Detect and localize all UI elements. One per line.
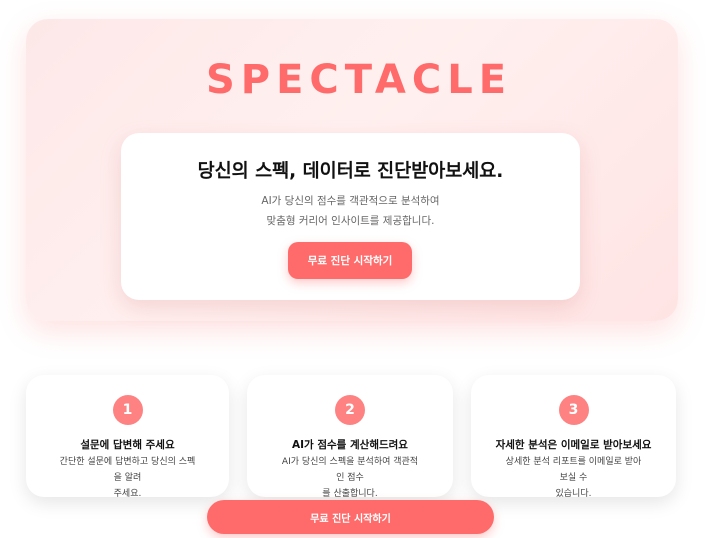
hero-desc-line2: 맞춤형 커리어 인사이트를 제공합니다.	[266, 215, 435, 227]
step-number-badge: 2	[335, 395, 365, 425]
step-number-badge: 1	[112, 395, 143, 425]
step-desc-line1: 간단한 설문에 답변하고 당신의 스펙을 알려	[59, 457, 196, 483]
step-description: 상세한 분석 리포트를 이메일로 받아보실 수 있습니다.	[471, 454, 676, 502]
step-description: AI가 당신의 스펙을 분석하여 객관적인 점수 를 산출합니다.	[247, 454, 453, 502]
step-title: AI가 점수를 계산해드려요	[292, 439, 408, 451]
step-card-2: 2 AI가 점수를 계산해드려요 AI가 당신의 스펙을 분석하여 객관적인 점…	[247, 375, 453, 499]
step-card-1: 1 설문에 답변해 주세요 간단한 설문에 답변하고 당신의 스펙을 알려 주세…	[26, 375, 229, 499]
step-desc-line1: 상세한 분석 리포트를 이메일로 받아보실 수	[505, 457, 642, 483]
hero-desc-line1: AI가 당신의 점수를 객관적으로 분석하여	[261, 195, 440, 207]
step-description: 간단한 설문에 답변하고 당신의 스펙을 알려 주세요.	[26, 454, 229, 502]
hero-description: AI가 당신의 점수를 객관적으로 분석하여 맞춤형 커리어 인사이트를 제공합…	[121, 191, 580, 231]
hero-card: 당신의 스펙, 데이터로 진단받아보세요. AI가 당신의 점수를 객관적으로 …	[121, 133, 580, 300]
bottom-start-diagnosis-button[interactable]: 무료 진단 시작하기	[207, 500, 494, 534]
step-card-3: 3 자세한 분석은 이메일로 받아보세요 상세한 분석 리포트를 이메일로 받아…	[471, 375, 676, 499]
hero-title: 당신의 스펙, 데이터로 진단받아보세요.	[197, 161, 504, 182]
step-desc-line1: AI가 당신의 스펙을 분석하여 객관적인 점수	[281, 457, 419, 483]
start-diagnosis-button[interactable]: 무료 진단 시작하기	[288, 242, 412, 279]
step-title: 설문에 답변해 주세요	[80, 439, 175, 451]
step-desc-line2: 있습니다.	[555, 489, 592, 499]
brand-logo: SPECTACLE	[205, 57, 513, 103]
step-desc-line2: 주세요.	[113, 489, 142, 499]
step-title: 자세한 분석은 이메일로 받아보세요	[495, 439, 652, 451]
step-number-badge: 3	[558, 395, 589, 425]
